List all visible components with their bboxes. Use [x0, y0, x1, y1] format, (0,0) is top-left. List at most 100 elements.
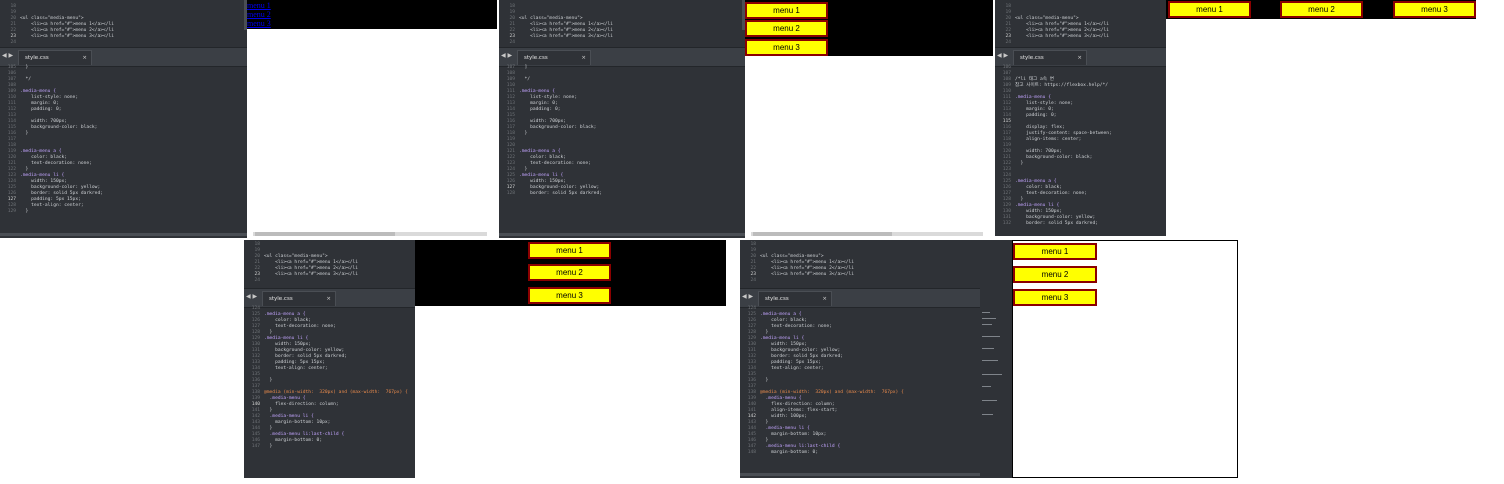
code-text: } — [264, 444, 273, 449]
code-line[interactable]: 24 — [995, 40, 1166, 46]
code-line[interactable]: 24 — [244, 278, 415, 284]
code-text: 참고 사이트: https://flexbox.help/*/ — [1015, 83, 1109, 88]
html-code-pane[interactable]: 18 19 20 <ul class="media-menu"> 21 <li><a h… — [740, 242, 980, 284]
tab-nav-arrows-icon[interactable]: ◀ ▶ — [501, 52, 512, 59]
code-text: } — [519, 131, 528, 136]
menu-item-2[interactable]: menu 2 — [745, 20, 828, 37]
code-line[interactable]: 24 — [740, 278, 980, 284]
menu-link-1[interactable]: menu 1 — [247, 1, 271, 10]
editor-h-scrollbar[interactable] — [0, 233, 247, 236]
code-text: ] — [519, 65, 528, 70]
code-line[interactable]: 24 — [499, 40, 745, 46]
code-text: text-decoration: none; — [760, 324, 832, 329]
browser-scrollbar[interactable] — [253, 232, 487, 236]
tab-nav-arrows-icon[interactable]: ◀ ▶ — [2, 52, 13, 59]
close-icon[interactable]: × — [326, 292, 331, 307]
browser-viewport: menu 1 menu 2 menu 3 — [1012, 240, 1238, 478]
code-line[interactable]: 132 border: solid 5px darkred; — [995, 221, 1166, 227]
tab-style-css[interactable]: style.css × — [758, 291, 832, 306]
code-line[interactable]: 129 } — [0, 209, 247, 215]
code-text: background-color: black; — [1015, 155, 1093, 160]
css-code-pane[interactable]: 107 ] 108 109 */110 111 .media-menu {112 lis… — [499, 65, 745, 197]
editor-h-scrollbar[interactable] — [499, 233, 745, 236]
code-text: border: solid 5px darkred; — [519, 191, 602, 196]
menu-link-3[interactable]: menu 3 — [247, 19, 271, 28]
minimap-line — [982, 312, 990, 313]
css-code-pane[interactable]: 124 125 .media-menu a {126 color: black; 12… — [740, 306, 980, 456]
tab-style-css[interactable]: style.css × — [1013, 50, 1087, 65]
tab-style-css[interactable]: style.css × — [18, 50, 92, 65]
menu-item-1[interactable]: menu 1 — [1013, 243, 1097, 260]
menu-item-3[interactable]: menu 3 — [1013, 289, 1097, 306]
code-text: <li><a href="#">menu 3</a></li — [1015, 34, 1110, 39]
line-number: 24 — [509, 40, 515, 45]
editor-tab-bar: ◀ ▶ style.css × — [499, 47, 745, 67]
code-text: <li><a href="#">menu 3</a></li — [519, 34, 614, 39]
css-code-pane[interactable]: 124 125 .media-menu a {126 color: black; 12… — [244, 306, 415, 450]
line-number: 24 — [10, 40, 16, 45]
code-text: background-color: black; — [519, 125, 597, 130]
scrollbar-thumb[interactable] — [753, 232, 893, 236]
code-text: padding: 0; — [519, 107, 561, 112]
minimap-line — [982, 336, 1000, 337]
code-editor[interactable]: 18 19 20 <ul class="media-menu"> 21 <li><a h… — [499, 0, 745, 238]
code-line[interactable]: 148 margin-bottom: 0; — [740, 450, 980, 456]
menu-item-1[interactable]: menu 1 — [1168, 1, 1251, 18]
close-icon[interactable]: × — [1077, 51, 1082, 66]
css-code-pane[interactable]: 106 107 108/*li 태그 a속 변 109 참고 사이트: https://… — [995, 65, 1166, 227]
line-number: 24 — [750, 278, 756, 283]
menu-item-2[interactable]: menu 2 — [1280, 1, 1363, 18]
code-text: text-decoration: none; — [519, 161, 591, 166]
code-editor[interactable]: 18 19 20 <ul class="media-menu"> 21 <li><a h… — [0, 0, 247, 238]
minimap-line — [982, 400, 997, 401]
minimap-line — [982, 318, 996, 319]
editor-h-scrollbar[interactable] — [740, 473, 980, 476]
code-line[interactable]: 24 — [0, 40, 247, 46]
code-editor[interactable]: 18 19 20 <ul class="media-menu"> 21 <li><a h… — [995, 0, 1166, 236]
tab-style-css[interactable]: style.css × — [262, 291, 336, 306]
code-text: <li><a href="#">menu 3</a></li — [20, 34, 115, 39]
close-icon[interactable]: × — [581, 51, 586, 66]
menu-item-1[interactable]: menu 1 — [528, 242, 611, 259]
tab-nav-arrows-icon[interactable]: ◀ ▶ — [997, 52, 1008, 59]
minimap-line — [982, 324, 992, 325]
html-code-pane[interactable]: 18 19 20 <ul class="media-menu"> 21 <li><a h… — [499, 4, 745, 46]
code-text: text-align: center; — [20, 203, 84, 208]
browser-scrollbar[interactable] — [751, 232, 983, 236]
menu-item-3[interactable]: menu 3 — [528, 287, 611, 304]
code-text: border: solid 5px darkred; — [1015, 221, 1098, 226]
html-code-pane[interactable]: 18 19 20 <ul class="media-menu"> 21 <li><a h… — [995, 4, 1166, 46]
tab-nav-arrows-icon[interactable]: ◀ ▶ — [742, 293, 753, 300]
close-icon[interactable]: × — [822, 292, 827, 307]
minimap-line — [982, 360, 998, 361]
menu-link-2[interactable]: menu 2 — [247, 10, 271, 19]
css-code-pane[interactable]: 105 } 106 107 */108 109 .media-menu {110 lis… — [0, 65, 247, 215]
code-text: padding: 0; — [1015, 113, 1057, 118]
menu-item-3[interactable]: menu 3 — [1393, 1, 1476, 18]
tab-style-css[interactable]: style.css × — [517, 50, 591, 65]
line-number: 129 — [7, 209, 16, 214]
code-line[interactable]: 128 border: solid 5px darkred; — [499, 191, 745, 197]
editor-tab-bar: ◀ ▶ style.css × — [740, 288, 980, 308]
menu-item-2[interactable]: menu 2 — [1013, 266, 1097, 283]
scrollbar-thumb[interactable] — [255, 232, 396, 236]
close-icon[interactable]: × — [82, 51, 87, 66]
html-code-pane[interactable]: 18 19 20 <ul class="media-menu"> 21 <li><a h… — [244, 242, 415, 284]
minimap-line — [982, 386, 991, 387]
screenshot-panel-4: 18 19 20 <ul class="media-menu"> 21 <li><a h… — [244, 240, 726, 478]
code-editor[interactable]: 18 19 20 <ul class="media-menu"> 21 <li><a h… — [740, 240, 980, 478]
code-text: margin-bottom: 10px; — [264, 420, 331, 425]
line-number: 132 — [1002, 221, 1011, 226]
tab-nav-arrows-icon[interactable]: ◀ ▶ — [246, 293, 257, 300]
menu-item-1[interactable]: menu 1 — [745, 2, 828, 19]
html-code-pane[interactable]: 18 19 20 <ul class="media-menu"> 21 <li><a h… — [0, 4, 247, 46]
code-editor[interactable]: 18 19 20 <ul class="media-menu"> 21 <li><a h… — [244, 240, 415, 478]
code-text: flex-direction: column; — [264, 402, 339, 407]
menu-item-2[interactable]: menu 2 — [528, 264, 611, 281]
editor-tab-bar: ◀ ▶ style.css × — [995, 47, 1166, 67]
code-line[interactable]: 147 } — [244, 444, 415, 450]
menu-item-3[interactable]: menu 3 — [745, 39, 828, 56]
screenshot-panel-5: 18 19 20 <ul class="media-menu"> 21 <li><a h… — [740, 240, 1238, 478]
minimap[interactable] — [980, 240, 1012, 478]
minimap-line — [982, 374, 1002, 375]
